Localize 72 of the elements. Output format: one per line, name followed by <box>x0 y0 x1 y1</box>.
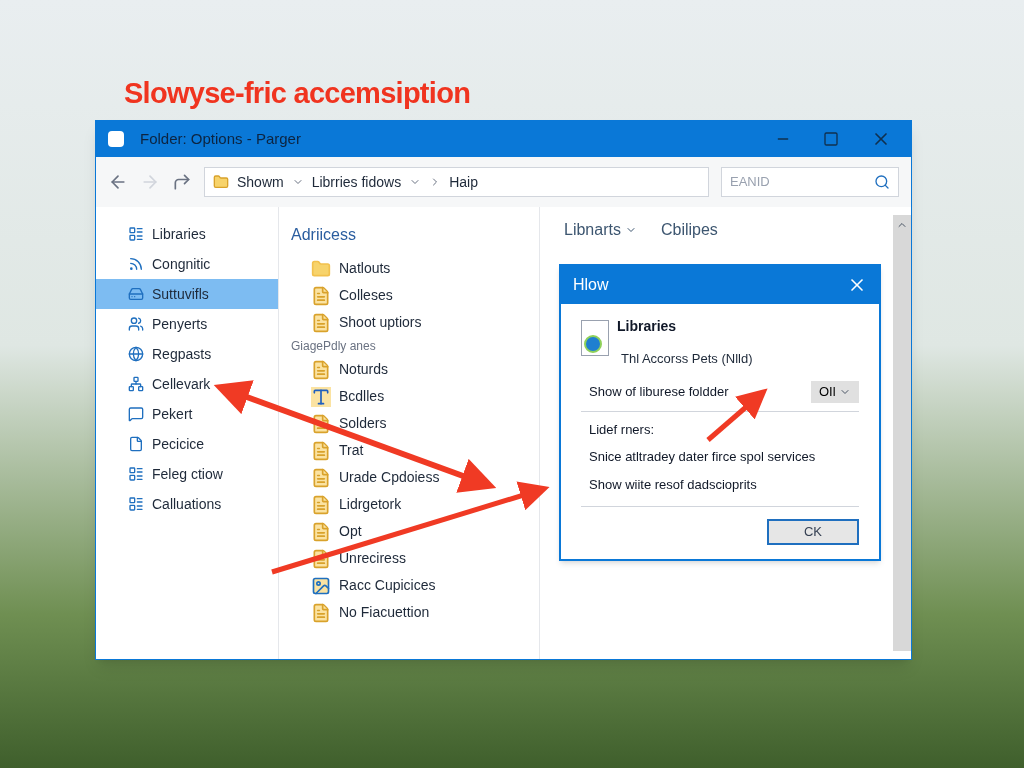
sidebar-item[interactable]: Pecicice <box>96 429 278 459</box>
image-icon <box>311 575 331 596</box>
library-icon <box>128 226 144 242</box>
font-file-icon <box>311 386 331 407</box>
file-item[interactable]: Shoot uptiors <box>291 309 539 336</box>
search-input[interactable]: EANID <box>730 172 874 192</box>
feed-icon <box>128 256 144 272</box>
document-icon <box>311 494 331 515</box>
dialog-subtitle: Thl Accorss Pets (Nlld) <box>621 350 753 368</box>
people-icon <box>128 316 144 332</box>
dialog-text: Snice atltradey dater firce spol services <box>588 448 817 466</box>
file-item[interactable]: Unreciress <box>291 545 539 572</box>
search-icon[interactable] <box>874 174 890 190</box>
file-item[interactable]: Solders <box>291 410 539 437</box>
document-icon <box>311 312 331 333</box>
document-icon <box>311 602 331 623</box>
address-bar[interactable]: Showm Librries fidows Haip <box>204 167 709 197</box>
file-item[interactable]: Opt <box>291 518 539 545</box>
library-icon <box>128 496 144 512</box>
sidebar-item[interactable]: Suttuvifls <box>96 279 278 309</box>
document-icon <box>311 521 331 542</box>
chat-icon <box>128 406 144 422</box>
file-item[interactable]: Bcdlles <box>291 383 539 410</box>
file-item[interactable]: Lidrgetork <box>291 491 539 518</box>
breadcrumb[interactable]: Haip <box>449 171 478 193</box>
file-item[interactable]: Racc Cupicices <box>291 572 539 599</box>
window-title: Folder: Options - Parger <box>140 128 301 149</box>
file-item[interactable]: Natlouts <box>291 255 539 282</box>
library-file-icon <box>581 320 609 356</box>
app-icon <box>108 131 124 147</box>
sidebar-item[interactable]: Libraries <box>96 219 278 249</box>
headline: Slowyse-fric accemsiption <box>124 76 471 111</box>
setting-dropdown[interactable]: OIl <box>811 380 859 403</box>
network-icon <box>128 376 144 392</box>
dialog-title: Hlow <box>573 275 609 295</box>
group-label: GiagePdly anes <box>291 338 377 355</box>
file-item[interactable]: Trat <box>291 437 539 464</box>
folder-icon <box>213 174 229 190</box>
page-icon <box>128 436 144 452</box>
pane-tab[interactable]: Libnarts <box>564 218 637 242</box>
document-icon <box>311 440 331 461</box>
up-icon[interactable] <box>172 172 192 192</box>
file-item[interactable]: Colleses <box>291 282 539 309</box>
file-item[interactable]: No Fiacuettion <box>291 599 539 626</box>
maximize-icon[interactable] <box>823 131 839 147</box>
drive-icon <box>128 286 144 302</box>
library-icon <box>128 466 144 482</box>
ok-button[interactable]: CK <box>767 519 859 545</box>
sidebar-item[interactable]: Congnitic <box>96 249 278 279</box>
sidebar-item[interactable]: Regpasts <box>96 339 278 369</box>
dialog-text: Show wiite resof dadscioprits <box>588 475 758 494</box>
file-item[interactable]: Noturds <box>291 356 539 383</box>
pane-tab[interactable]: Cbilipes <box>660 218 718 242</box>
sidebar-item[interactable]: Pekert <box>96 399 278 429</box>
sidebar-item[interactable]: Cellevark <box>96 369 278 399</box>
breadcrumb[interactable]: Librries fidows <box>311 171 402 193</box>
section-label: Lidef rners: <box>588 420 656 439</box>
search-field[interactable]: EANID <box>721 167 899 197</box>
sidebar-item[interactable]: Calluations <box>96 489 278 519</box>
document-icon <box>311 359 331 380</box>
setting-label: Show of liburese foldder <box>589 382 729 401</box>
folder-icon <box>311 258 331 279</box>
sidebar-item[interactable]: Feleg ctiow <box>96 459 278 489</box>
dialog-heading: Libraries <box>617 317 678 336</box>
document-icon <box>311 467 331 488</box>
section-heading: Adriicess <box>291 225 357 245</box>
scrollbar[interactable] <box>893 215 911 651</box>
sidebar-item[interactable]: Penyerts <box>96 309 278 339</box>
breadcrumb[interactable]: Showm <box>237 171 284 193</box>
document-icon <box>311 285 331 306</box>
file-item[interactable]: Urade Cpdoiess <box>291 464 539 491</box>
globe-icon <box>128 346 144 362</box>
